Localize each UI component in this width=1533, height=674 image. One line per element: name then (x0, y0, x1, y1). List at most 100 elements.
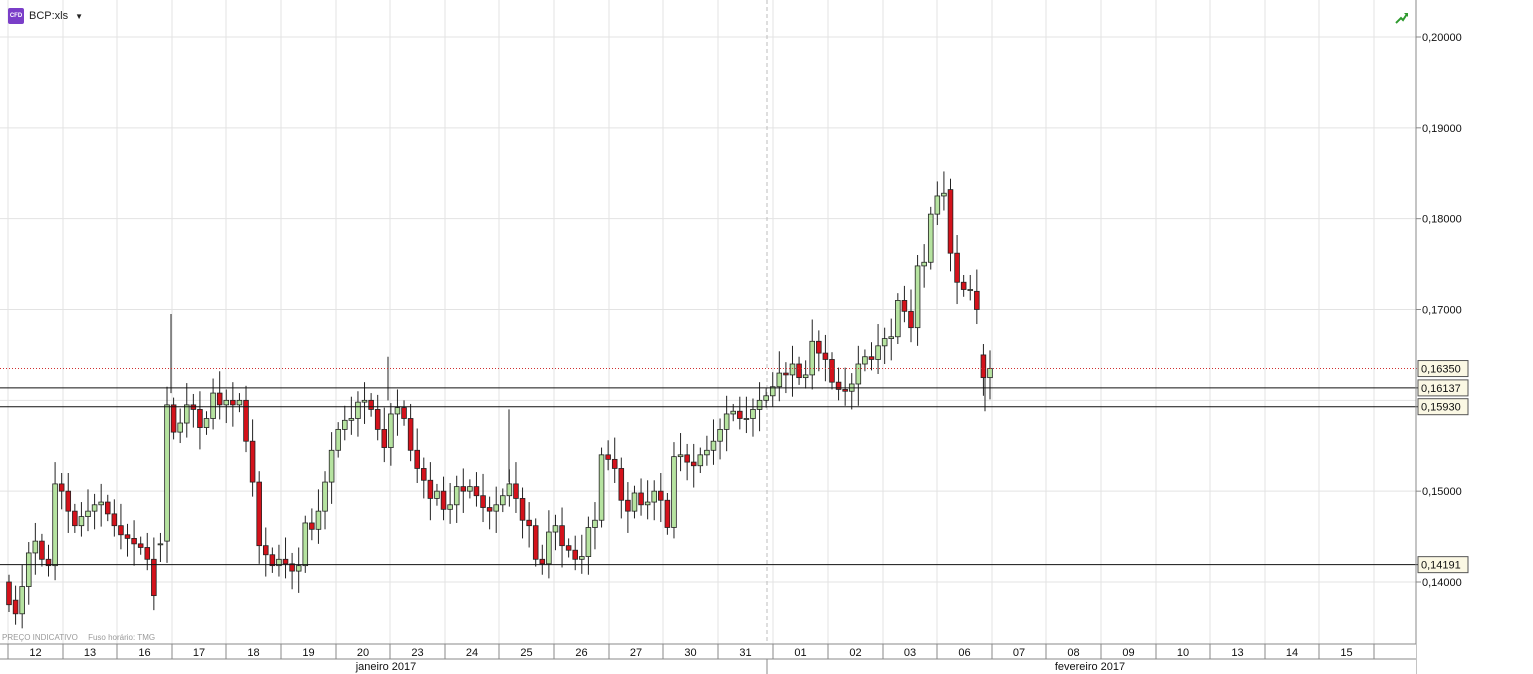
candle-up (183, 404, 190, 424)
candle-down (440, 490, 447, 510)
candle-down (374, 409, 381, 430)
candle-up (315, 510, 322, 530)
candle-up (348, 418, 355, 421)
candle-down (954, 252, 960, 283)
candle-up (895, 300, 901, 338)
candle-up (697, 454, 704, 467)
x-tick-label: 03 (904, 647, 916, 659)
x-tick-label: 20 (357, 647, 369, 659)
candle-up (855, 363, 862, 385)
trend-up-icon[interactable] (1395, 10, 1409, 24)
candle-up (335, 428, 341, 451)
candle-down (783, 372, 789, 376)
candle-down (974, 290, 980, 310)
x-tick-label: 14 (1286, 647, 1298, 659)
candle-down (104, 501, 111, 515)
candle-up (750, 409, 756, 419)
candle-down (816, 340, 822, 354)
candle-up (881, 338, 888, 347)
x-tick-label: 23 (411, 647, 423, 659)
candle-down (197, 409, 203, 428)
price-label-text: 0,15930 (1421, 402, 1461, 414)
candle-down (263, 545, 269, 556)
candle-up (91, 504, 98, 512)
candle-up (25, 552, 32, 587)
candle-down (65, 490, 72, 512)
candle-down (513, 483, 519, 499)
candle-down (144, 547, 151, 560)
candle-up (598, 454, 605, 521)
candle-down (39, 540, 45, 560)
timezone-note: Fuso horário: TMG (88, 633, 156, 642)
candle-down (829, 359, 835, 383)
candle-down (532, 525, 539, 560)
candle-down (249, 440, 256, 483)
candle-up (592, 519, 598, 528)
candle-up (295, 565, 302, 572)
candle-down (216, 392, 223, 406)
candle-up (756, 399, 763, 410)
x-tick-label: 10 (1177, 647, 1189, 659)
candle-down (980, 354, 987, 379)
candle-up (467, 486, 473, 492)
candle-down (539, 558, 546, 565)
candle-up (177, 422, 183, 433)
candle-down (58, 483, 65, 492)
candle-up (730, 410, 736, 415)
chevron-down-icon[interactable]: ▼ (75, 12, 83, 21)
candle-up (236, 399, 243, 406)
x-tick-label: 16 (138, 647, 150, 659)
candle-down (486, 507, 493, 512)
candle-down (526, 519, 532, 527)
month-label: janeiro 2017 (355, 661, 417, 673)
symbol-selector[interactable]: CFD BCP:xls ▼ (8, 8, 83, 24)
candle-down (407, 418, 414, 451)
candle-down (427, 479, 434, 499)
x-tick-label: 17 (193, 647, 205, 659)
candle-down (901, 300, 908, 312)
candle-down (473, 486, 480, 497)
y-tick-label: 0,18000 (1422, 214, 1462, 226)
candle-up (394, 407, 401, 415)
candle-down (282, 558, 289, 565)
candle-down (137, 543, 144, 548)
x-tick-label: 09 (1122, 647, 1134, 659)
candle-up (19, 586, 25, 615)
x-tick-label: 02 (849, 647, 861, 659)
candle-down (460, 486, 467, 492)
candle-down (124, 534, 131, 539)
x-tick-label: 19 (302, 647, 314, 659)
candle-up (453, 486, 460, 506)
candle-down (519, 498, 526, 521)
candle-up (78, 516, 85, 527)
candle-down (118, 525, 124, 536)
candle-down (421, 468, 427, 481)
x-tick-label: 12 (29, 647, 41, 659)
y-tick-label: 0,14000 (1422, 577, 1462, 589)
chart-footnote: PREÇO INDICATIVO Fuso horário: TMG (2, 633, 163, 642)
x-tick-label: 27 (630, 647, 642, 659)
x-tick-label: 06 (958, 647, 970, 659)
price-label-text: 0,16350 (1421, 364, 1461, 376)
x-tick-label: 31 (739, 647, 751, 659)
x-tick-label: 15 (1340, 647, 1352, 659)
candlestick-chart[interactable]: 0,16350 0,16137 0,15930 0,14191 0,20000 0,190… (0, 0, 1533, 674)
candle-down (664, 499, 671, 528)
candle-up (500, 495, 506, 506)
candle-up (552, 525, 559, 533)
candle-down (401, 407, 407, 419)
candle-up (934, 195, 941, 215)
candle-down (72, 510, 78, 527)
x-tick-label: 24 (466, 647, 478, 659)
candle-down (625, 499, 631, 512)
candle-up (888, 336, 895, 339)
candle-down (960, 281, 967, 290)
candle-up (32, 540, 39, 554)
candle-down (256, 481, 262, 547)
candle-up (651, 490, 657, 503)
candle-up (717, 428, 723, 442)
candle-down (796, 363, 802, 379)
candle-down (480, 495, 486, 508)
candle-up (914, 265, 921, 329)
candle-up (579, 556, 585, 560)
